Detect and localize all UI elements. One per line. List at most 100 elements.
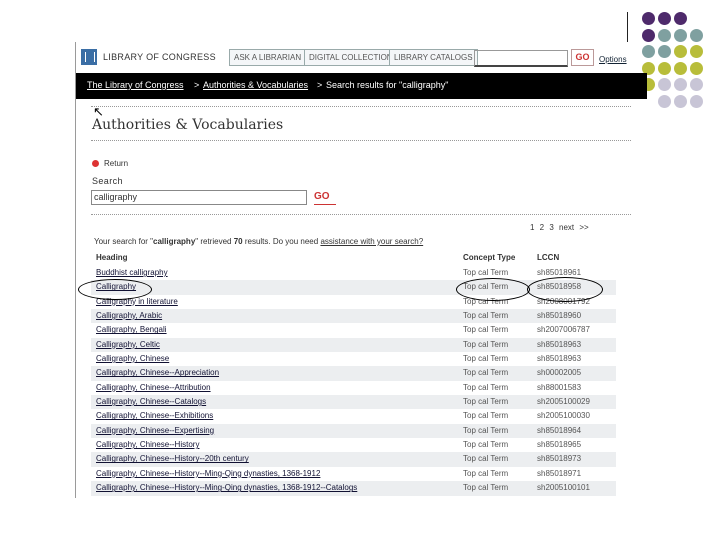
lccn-cell: sh88001583 [537,382,582,392]
site-search-go-button[interactable]: GO [571,49,594,66]
table-row: Calligraphy, Chinese Top cal Term sh850189… [91,352,616,366]
heading-link[interactable]: Calligraphy, Chinese--Expertising [96,426,214,435]
decorative-dot [690,94,703,108]
table-row: Calligraphy, Celtic Top cal Term sh8501896… [91,337,616,353]
heading-link[interactable]: Calligraphy, Bengali [96,325,167,334]
breadcrumb-separator: > [317,80,323,90]
concept-type-cell: Top cal Term [463,325,509,335]
concept-type-cell: Top cal Term [463,368,509,378]
loc-logo-icon[interactable] [81,49,97,65]
library-catalogs-button[interactable]: LIBRARY CATALOGS [389,49,478,66]
lccn-cell: sh2005100101 [537,483,590,493]
divider [91,106,631,107]
divider [91,140,631,141]
table-row: Calligraphy, Chinese--Attribution Top cal… [91,381,616,395]
browser-page: LIBRARY OF CONGRESS ASK A LIBRARIAN DIGI… [75,42,647,498]
table-row: Calligraphy, Bengali Top cal Term sh200700… [91,323,616,337]
decorative-dot [642,12,655,25]
site-search-input[interactable] [474,50,568,67]
site-header: LIBRARY OF CONGRESS ASK A LIBRARIAN DIGI… [76,42,632,73]
breadcrumb-home-link[interactable]: The Library of Congress [87,80,184,90]
heading-link[interactable]: Calligraphy, Arabic [96,311,162,320]
decorative-dot [690,28,703,42]
concept-type-cell: Top cal Term [463,339,509,349]
concept-type-cell: Top cal Term [463,483,509,493]
return-arrow-icon[interactable] [92,160,99,167]
breadcrumb: The Library of Congress > Authorities & … [76,73,647,99]
search-input[interactable]: calligraphy [91,190,307,205]
table-row: Calligraphy, Chinese--Exhibitions Top cal… [91,409,616,423]
highlight-ellipse [527,277,603,302]
heading-link[interactable]: Calligraphy, Chinese [96,354,169,363]
page-title: Authorities & Vocabularies [92,117,284,133]
heading-link[interactable]: Buddhist calligraphy [96,268,168,277]
heading-link[interactable]: Calligraphy, Chinese--History--Ming-Qing… [96,469,320,478]
concept-type-cell: Top cal Term [463,425,509,435]
decorative-dot [674,28,687,42]
table-row: Calligraphy, Chinese--Appreciation Top ca… [91,366,616,381]
results-table-header: Heading Concept Type LCCN [91,250,616,264]
decorative-dot [674,61,687,75]
return-link[interactable]: Return [104,159,128,168]
decorative-dot [690,61,703,75]
decorative-dot-grid [640,10,720,120]
lccn-cell: sh85018960 [537,311,582,321]
decorative-dot [658,61,671,75]
breadcrumb-separator: > [194,80,200,90]
column-heading: Heading [96,253,128,262]
heading-link[interactable]: Calligraphy, Chinese--History--20th cent… [96,454,249,463]
search-assistance-link[interactable]: assistance with your search? [320,237,423,246]
lccn-cell: sh85018961 [537,268,582,277]
heading-link[interactable]: Calligraphy, Chinese--Exhibitions [96,411,213,420]
summary-text: " retrieved [195,237,234,246]
concept-type-cell: Top cal Term [463,311,509,321]
table-row: Calligraphy, Chinese--Expertising Top cal… [91,423,616,439]
results-table: Buddhist calligraphy Top cal Term sh850189… [91,266,616,496]
summary-text: Your search for " [94,237,154,246]
concept-type-cell: Top cal Term [463,397,509,407]
table-row: Calligraphy, Chinese--Catalogs Top cal Te… [91,395,616,410]
lccn-cell: sh2005100029 [537,397,590,407]
heading-link[interactable]: Calligraphy, Chinese--History--Ming-Qing… [96,483,357,492]
search-go-button[interactable]: GO [314,190,336,205]
breadcrumb-current: Search results for "calligraphy" [326,80,449,90]
decorative-dot [658,28,671,42]
decorative-dot [690,78,703,91]
table-row: Calligraphy, Chinese--History--20th cent… [91,452,616,467]
lccn-cell: sh85018965 [537,440,582,450]
decorative-dot [658,94,671,108]
ask-librarian-button[interactable]: ASK A LIBRARIAN [229,49,307,66]
concept-type-cell: Top cal Term [463,268,509,277]
divider [91,214,631,215]
concept-type-cell: Top cal Term [463,454,509,464]
heading-link[interactable]: Calligraphy, Chinese--Catalogs [96,397,206,406]
heading-link[interactable]: Calligraphy, Chinese--Attribution [96,383,211,392]
heading-link[interactable]: Calligraphy, Chinese--History [96,440,199,449]
table-row: Calligraphy, Chinese--History--Ming-Qing… [91,481,616,496]
summary-term: calligraphy [153,237,196,246]
column-lccn: LCCN [537,253,560,262]
column-concept-type: Concept Type [463,253,516,262]
pagination[interactable]: 1 2 3 next >> [530,223,589,232]
site-logo-text[interactable]: LIBRARY OF CONGRESS [103,52,216,62]
decorative-dot [674,78,687,91]
breadcrumb-section-link[interactable]: Authorities & Vocabularies [203,80,308,90]
search-label: Search [92,176,123,186]
table-row: Calligraphy, Arabic Top cal Term sh8501896… [91,309,616,324]
lccn-cell: sh85018971 [537,468,582,478]
heading-link[interactable]: Calligraphy, Chinese--Appreciation [96,368,219,377]
decorative-dot [674,12,687,25]
decorative-dot [658,12,671,25]
highlight-ellipse [456,278,530,301]
decorative-dot [690,45,703,58]
results-summary: Your search for "calligraphy" retrieved … [94,237,423,246]
lccn-cell: sh85018963 [537,339,582,349]
options-link[interactable]: Options [599,55,627,64]
heading-link[interactable]: Calligraphy, Celtic [96,340,160,349]
lccn-cell: sh2005100030 [537,411,590,421]
summary-text: results. Do you need [242,237,321,246]
concept-type-cell: Top cal Term [463,382,509,392]
decorative-dot [642,45,655,58]
highlight-ellipse [78,279,152,300]
table-row: Calligraphy, Chinese--History Top cal Ter… [91,438,616,452]
